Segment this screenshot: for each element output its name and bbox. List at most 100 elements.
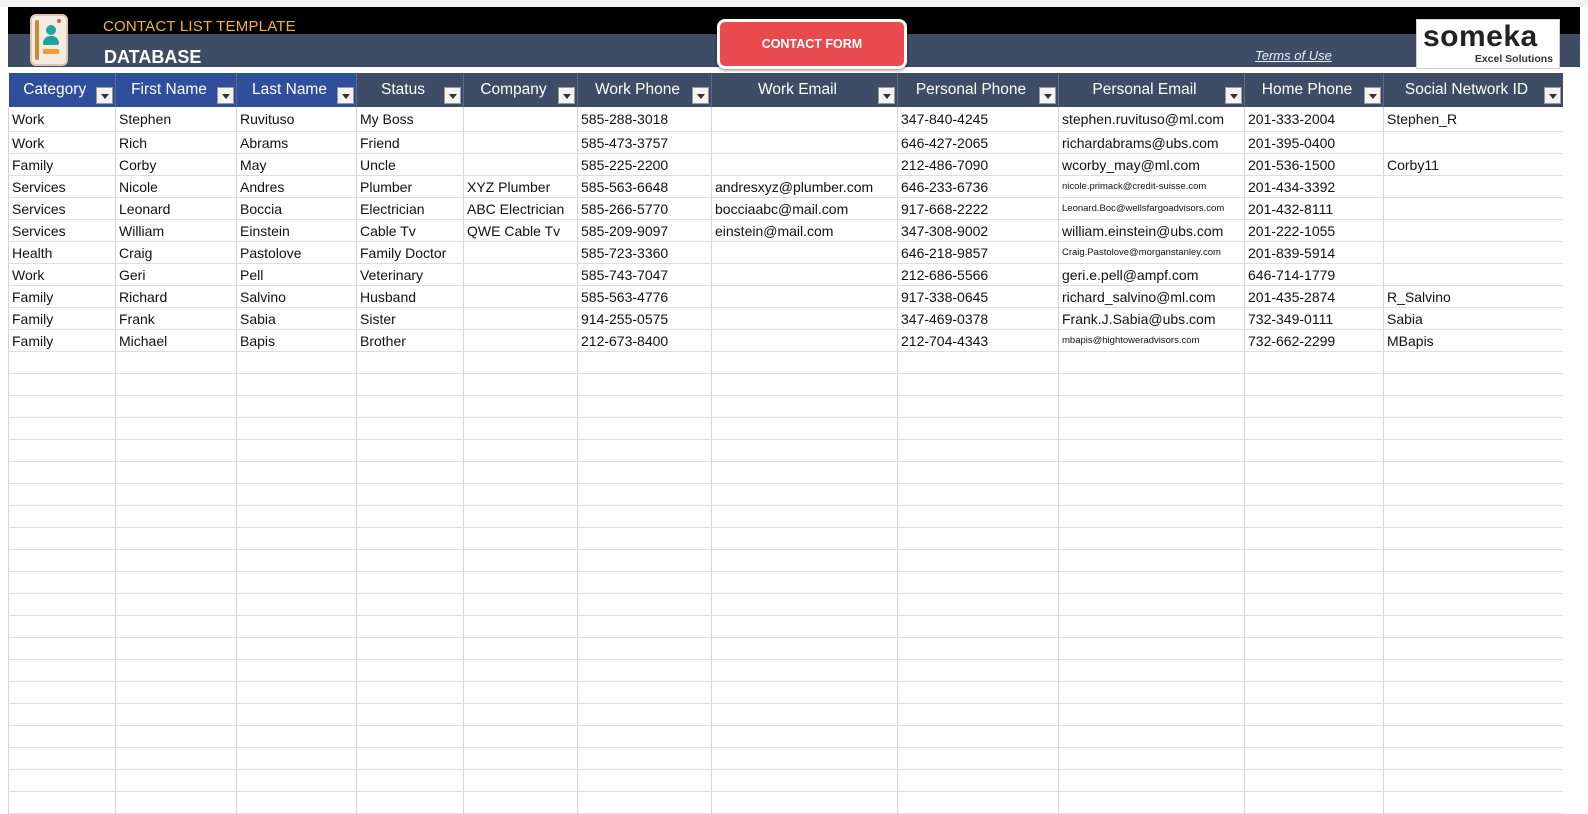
table-cell[interactable]: Craig [115, 241, 237, 264]
table-cell[interactable]: Corby [115, 153, 237, 176]
table-cell[interactable] [236, 439, 357, 462]
table-cell[interactable]: 585-225-2200 [577, 153, 712, 176]
table-cell[interactable] [8, 439, 116, 462]
table-cell[interactable] [897, 483, 1059, 506]
table-cell[interactable] [236, 747, 357, 770]
table-cell[interactable]: einstein@mail.com [711, 219, 898, 242]
table-cell[interactable] [1244, 505, 1384, 528]
table-cell[interactable]: QWE Cable Tv [463, 219, 578, 242]
table-cell[interactable] [1383, 131, 1563, 154]
table-cell[interactable] [115, 571, 237, 594]
table-cell[interactable] [577, 703, 712, 726]
table-cell[interactable] [1383, 681, 1563, 704]
table-cell[interactable]: Family [8, 329, 116, 352]
table-cell[interactable] [115, 681, 237, 704]
table-cell[interactable] [1244, 747, 1384, 770]
filter-dropdown-button[interactable] [217, 87, 234, 104]
table-cell[interactable] [1058, 593, 1245, 616]
table-cell[interactable] [1383, 351, 1563, 374]
table-cell[interactable] [8, 703, 116, 726]
table-cell[interactable] [577, 373, 712, 396]
table-cell[interactable] [115, 791, 237, 814]
table-cell[interactable] [463, 373, 578, 396]
table-cell[interactable] [115, 373, 237, 396]
table-cell[interactable] [1383, 241, 1563, 264]
table-cell[interactable] [897, 659, 1059, 682]
table-cell[interactable] [1244, 769, 1384, 792]
table-cell[interactable] [1058, 637, 1245, 660]
table-cell[interactable] [897, 549, 1059, 572]
table-cell[interactable] [463, 791, 578, 814]
table-cell[interactable] [1244, 681, 1384, 704]
table-cell[interactable]: R_Salvino [1383, 285, 1563, 308]
table-cell[interactable]: Rich [115, 131, 237, 154]
table-cell[interactable] [8, 769, 116, 792]
table-cell[interactable] [711, 505, 898, 528]
table-cell[interactable]: Craig.Pastolove@morganstanley.com [1058, 241, 1245, 264]
table-cell[interactable]: Husband [356, 285, 464, 308]
table-cell[interactable] [577, 791, 712, 814]
table-cell[interactable] [1383, 175, 1563, 198]
table-cell[interactable] [1058, 549, 1245, 572]
table-cell[interactable]: nicole.primack@credit-suisse.com [1058, 175, 1245, 198]
table-cell[interactable] [711, 593, 898, 616]
table-cell[interactable] [463, 107, 578, 132]
table-cell[interactable]: May [236, 153, 357, 176]
table-cell[interactable]: William [115, 219, 237, 242]
table-cell[interactable] [711, 417, 898, 440]
table-cell[interactable]: william.einstein@ubs.com [1058, 219, 1245, 242]
table-cell[interactable] [8, 593, 116, 616]
table-cell[interactable] [115, 747, 237, 770]
table-cell[interactable] [711, 395, 898, 418]
table-cell[interactable] [1244, 571, 1384, 594]
table-cell[interactable] [236, 483, 357, 506]
table-cell[interactable] [236, 703, 357, 726]
table-cell[interactable] [115, 483, 237, 506]
table-cell[interactable] [236, 769, 357, 792]
table-cell[interactable] [463, 703, 578, 726]
table-cell[interactable] [1244, 395, 1384, 418]
table-cell[interactable] [1383, 373, 1563, 396]
table-cell[interactable] [897, 505, 1059, 528]
table-cell[interactable]: Andres [236, 175, 357, 198]
table-cell[interactable] [463, 153, 578, 176]
table-cell[interactable] [711, 373, 898, 396]
filter-dropdown-button[interactable] [878, 87, 895, 104]
table-cell[interactable] [1058, 461, 1245, 484]
table-cell[interactable] [115, 395, 237, 418]
table-cell[interactable] [711, 571, 898, 594]
table-cell[interactable]: 646-218-9857 [897, 241, 1059, 264]
table-cell[interactable] [577, 461, 712, 484]
table-cell[interactable] [577, 593, 712, 616]
table-cell[interactable] [463, 131, 578, 154]
filter-dropdown-button[interactable] [337, 87, 354, 104]
table-cell[interactable] [897, 417, 1059, 440]
table-cell[interactable] [897, 351, 1059, 374]
table-cell[interactable] [1383, 461, 1563, 484]
table-cell[interactable] [1383, 571, 1563, 594]
table-cell[interactable] [577, 483, 712, 506]
table-cell[interactable] [463, 417, 578, 440]
table-cell[interactable] [356, 791, 464, 814]
filter-dropdown-button[interactable] [1225, 87, 1242, 104]
table-cell[interactable]: Electrician [356, 197, 464, 220]
table-cell[interactable]: 732-662-2299 [1244, 329, 1384, 352]
table-cell[interactable]: Leonard [115, 197, 237, 220]
table-cell[interactable]: Leonard.Boc@wellsfargoadvisors.com [1058, 197, 1245, 220]
table-cell[interactable] [1383, 439, 1563, 462]
table-cell[interactable] [8, 571, 116, 594]
filter-dropdown-button[interactable] [444, 87, 461, 104]
table-cell[interactable] [236, 791, 357, 814]
table-cell[interactable] [463, 307, 578, 330]
table-cell[interactable]: Work [8, 131, 116, 154]
table-cell[interactable] [236, 681, 357, 704]
table-cell[interactable] [1244, 527, 1384, 550]
table-cell[interactable] [711, 307, 898, 330]
table-cell[interactable] [1058, 571, 1245, 594]
table-cell[interactable] [1058, 681, 1245, 704]
table-cell[interactable] [1244, 637, 1384, 660]
table-cell[interactable] [577, 659, 712, 682]
table-cell[interactable]: Family [8, 153, 116, 176]
table-cell[interactable] [356, 351, 464, 374]
table-cell[interactable] [236, 725, 357, 748]
